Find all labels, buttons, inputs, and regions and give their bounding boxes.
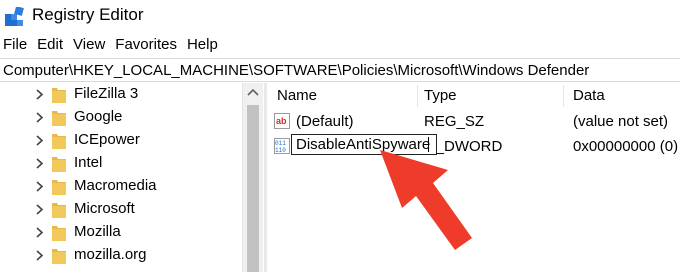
menu-favorites[interactable]: Favorites (110, 34, 182, 56)
tree-item-label: Microsoft (74, 200, 135, 217)
menu-help[interactable]: Help (182, 34, 223, 56)
tree-item-intel[interactable]: Intel (0, 152, 244, 175)
values-list: Name Type Data ab (Default) REG_SZ (valu… (267, 83, 680, 272)
chevron-right-icon[interactable] (35, 112, 45, 123)
tree-item-mozilla[interactable]: Mozilla (0, 221, 244, 244)
menu-edit[interactable]: Edit (32, 34, 68, 56)
chevron-right-icon[interactable] (35, 135, 45, 146)
column-divider[interactable] (417, 85, 418, 107)
dword-value-icon: 011 110 (274, 138, 290, 154)
svg-text:ab: ab (276, 116, 287, 126)
value-data: 0x00000000 (0) (573, 138, 679, 155)
chevron-right-icon[interactable] (35, 158, 45, 169)
key-tree: FileZilla 3 Google ICEpower Intel Macrom… (0, 83, 264, 272)
chevron-right-icon[interactable] (35, 181, 45, 192)
menu-view[interactable]: View (68, 34, 110, 56)
menu-file[interactable]: File (0, 34, 32, 56)
tree-item-label: mozilla.org (74, 246, 147, 263)
scrollbar-thumb[interactable] (247, 105, 259, 272)
registry-editor-icon (5, 7, 24, 26)
folder-icon (52, 203, 66, 218)
column-header-type[interactable]: Type (424, 83, 457, 109)
rename-value-input[interactable]: DisableAntiSpyware (291, 134, 437, 155)
tree-item-google[interactable]: Google (0, 106, 244, 129)
text-caret (428, 137, 429, 152)
column-header-name[interactable]: Name (277, 83, 317, 109)
tree-item-macromedia[interactable]: Macromedia (0, 175, 244, 198)
tree-scrollbar[interactable] (242, 83, 263, 272)
folder-icon (52, 249, 66, 264)
string-value-icon: ab (274, 113, 290, 129)
chevron-right-icon[interactable] (35, 89, 45, 100)
folder-icon (52, 157, 66, 172)
tree-item-label: Google (74, 108, 123, 125)
table-row[interactable]: ab (Default) REG_SZ (value not set) (267, 109, 680, 135)
folder-icon (52, 180, 66, 195)
rename-value-text: DisableAntiSpyware (296, 136, 431, 153)
column-divider[interactable] (563, 85, 564, 107)
tree-item-label: Mozilla (74, 223, 121, 240)
svg-text:110: 110 (275, 147, 286, 154)
chevron-right-icon[interactable] (35, 250, 45, 261)
folder-icon (52, 111, 66, 126)
column-header-data[interactable]: Data (573, 83, 605, 109)
folder-icon (52, 134, 66, 149)
tree-item-mozilla-org[interactable]: mozilla.org (0, 244, 244, 267)
tree-item-filezilla[interactable]: FileZilla 3 (0, 83, 244, 106)
folder-icon (52, 88, 66, 103)
value-name: (Default) (296, 113, 354, 130)
folder-icon (52, 226, 66, 241)
value-type: REG_SZ (424, 113, 485, 130)
menu-bar: File Edit View Favorites Help (0, 34, 223, 56)
tree-item-icepower[interactable]: ICEpower (0, 129, 244, 152)
value-data: (value not set) (573, 113, 669, 130)
tree-item-label: Intel (74, 154, 103, 171)
tree-item-label: FileZilla 3 (74, 85, 139, 102)
tree-item-microsoft[interactable]: Microsoft (0, 198, 244, 221)
title-bar: Registry Editor (0, 0, 680, 32)
tree-item-label: Macromedia (74, 177, 157, 194)
tree-item-label: ICEpower (74, 131, 140, 148)
chevron-right-icon[interactable] (35, 204, 45, 215)
address-bar[interactable]: Computer\HKEY_LOCAL_MACHINE\SOFTWARE\Pol… (0, 58, 680, 82)
svg-text:011: 011 (275, 140, 286, 147)
chevron-right-icon[interactable] (35, 227, 45, 238)
chevron-up-icon[interactable] (243, 83, 263, 103)
window-title: Registry Editor (32, 5, 144, 24)
